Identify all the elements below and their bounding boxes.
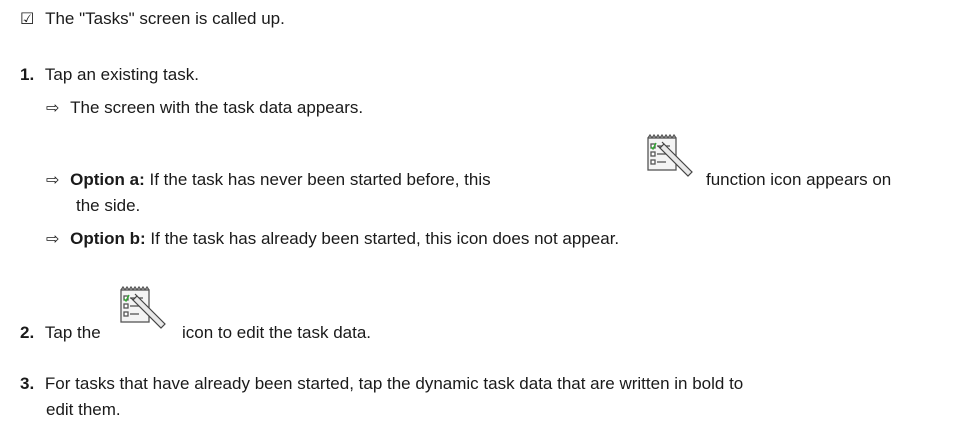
- step-1-result-2-continuation: the side.: [76, 195, 140, 217]
- prerequisite-text: The "Tasks" screen is called up.: [45, 9, 285, 28]
- result-text: function icon appears on: [706, 170, 892, 189]
- result-text: The screen with the task data appears.: [70, 98, 364, 117]
- instruction-document: ☑ The "Tasks" screen is called up. 1. Ta…: [0, 0, 962, 445]
- step-text: Tap the: [44, 323, 101, 342]
- result-arrow-icon: ⇨: [46, 170, 60, 189]
- result-arrow-icon: ⇨: [46, 229, 60, 248]
- step-1: 1. Tap an existing task.: [20, 64, 199, 86]
- option-label: Option b:: [70, 229, 146, 248]
- step-number: 1.: [20, 65, 35, 84]
- checkbox-icon: ☑: [20, 9, 35, 28]
- result-text: If the task has never been started befor…: [144, 170, 491, 189]
- step-1-result-2: ⇨ Option a: If the task has never been s…: [46, 169, 491, 191]
- step-text: icon to edit the task data.: [182, 323, 372, 342]
- step-text: For tasks that have already been started…: [44, 374, 744, 393]
- step-1-result-2-tail: function icon appears on: [706, 169, 891, 191]
- step-text: edit them.: [46, 400, 121, 419]
- step-3: 3. For tasks that have already been star…: [20, 373, 743, 395]
- result-text: the side.: [76, 196, 141, 215]
- step-1-result-1: ⇨ The screen with the task data appears.: [46, 97, 363, 119]
- result-arrow-icon: ⇨: [46, 98, 60, 117]
- step-number: 2.: [20, 323, 35, 342]
- step-2-tail: icon to edit the task data.: [182, 322, 371, 344]
- edit-task-icon: [120, 285, 166, 329]
- step-text: Tap an existing task.: [44, 65, 199, 84]
- step-3-continuation: edit them.: [46, 399, 121, 421]
- edit-task-icon: [647, 133, 693, 177]
- step-number: 3.: [20, 374, 35, 393]
- option-label: Option a:: [70, 170, 145, 189]
- step-2: 2. Tap the: [20, 322, 101, 344]
- step-1-result-3: ⇨ Option b: If the task has already been…: [46, 228, 619, 250]
- result-text: If the task has already been started, th…: [145, 229, 620, 248]
- prerequisite: ☑ The "Tasks" screen is called up.: [20, 8, 285, 30]
